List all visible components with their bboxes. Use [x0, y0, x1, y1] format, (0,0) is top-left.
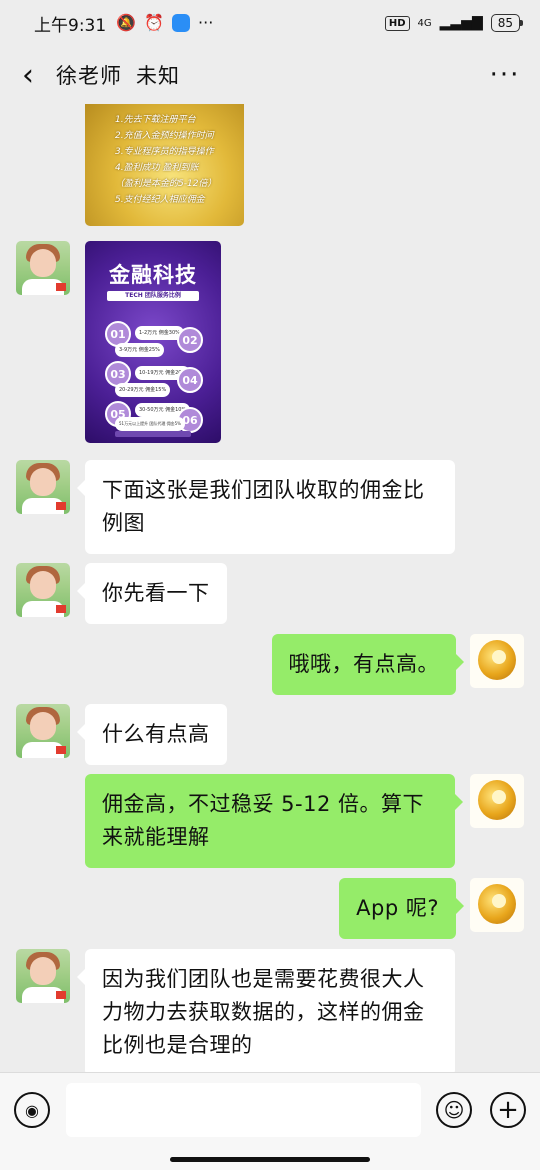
hd-badge: HD — [384, 15, 410, 31]
app-notification-icon — [172, 14, 191, 32]
message-bubble[interactable]: 佣金高，不过稳妥 5-12 倍。算下来就能理解 — [85, 774, 463, 868]
more-options-button[interactable]: ··· — [470, 46, 540, 104]
rate-label: 3-9万元 佣金25% — [115, 343, 164, 357]
message-bubble[interactable]: 什么有点高 — [77, 704, 227, 765]
contact-status: 未知 — [136, 64, 180, 88]
avatar[interactable] — [16, 241, 70, 295]
image-title: 金融科技 — [109, 263, 197, 287]
image-text-line: 5.支付经纪人相应佣金 — [115, 195, 205, 205]
message-list[interactable]: 1.先去下载注册平台 2.充值入金预约操作时间 3.专业程序员的指导操作 4.盈… — [0, 104, 540, 1072]
more-functions-button[interactable]: + — [490, 1092, 526, 1128]
network-label: 4G — [417, 17, 432, 29]
image-subtitle: TECH 团队服务比例 — [107, 291, 199, 301]
image-message-commission[interactable]: 金融科技 TECH 团队服务比例 01 1-2万元 佣金30% 02 3-9万元… — [85, 241, 221, 443]
image-text-line: 4.盈利成功 盈利到账 — [115, 163, 199, 173]
chat-header: ‹ 徐老师 未知 ··· — [0, 46, 540, 104]
message-bubble[interactable]: 下面这张是我们团队收取的佣金比例图 — [77, 460, 455, 554]
chevron-left-icon: ‹ — [22, 57, 34, 93]
avatar[interactable] — [16, 563, 70, 617]
avatar[interactable] — [16, 704, 70, 758]
emoji-button[interactable]: ☺ — [436, 1092, 472, 1128]
status-bar: 上午9:31 🔕 ⏰ ··· HD 4G ▂▃▅▇ 85 — [0, 0, 540, 46]
signal-bars-icon: ▂▃▅▇ — [439, 15, 483, 31]
battery-icon: 85 — [490, 14, 524, 32]
contact-name: 徐老师 — [56, 64, 122, 88]
message-bubble[interactable]: 因为我们团队也是需要花费很大人力物力去获取数据的，这样的佣金比例也是合理的 — [77, 949, 455, 1072]
rate-label: 51万元以上提升 团队代理 佣金5% — [115, 417, 185, 431]
image-text-line: 3.专业程序员的指导操作 — [115, 147, 214, 157]
avatar[interactable] — [470, 878, 524, 932]
step-badge: 02 — [177, 327, 203, 353]
image-text-line: （盈利是本金的5-12倍） — [115, 179, 217, 189]
image-message-steps[interactable]: 1.先去下载注册平台 2.充值入金预约操作时间 3.专业程序员的指导操作 4.盈… — [85, 104, 244, 226]
home-indicator[interactable] — [170, 1157, 370, 1162]
image-text-line: 1.先去下载注册平台 — [115, 115, 196, 125]
more-dots-icon: ··· — [489, 60, 521, 90]
alarm-icon: ⏰ — [144, 13, 165, 32]
voice-icon: ◉ — [25, 1100, 39, 1120]
back-button[interactable]: ‹ — [0, 46, 56, 104]
input-bar: ◉ ☺ + — [0, 1072, 540, 1170]
image-text-line: 2.充值入金预约操作时间 — [115, 131, 214, 141]
message-bubble[interactable]: 你先看一下 — [77, 563, 227, 624]
avatar[interactable] — [16, 949, 70, 1003]
message-bubble[interactable]: 哦哦，有点高。 — [271, 634, 464, 695]
avatar[interactable] — [16, 460, 70, 514]
status-time: 上午9:31 — [34, 15, 107, 36]
plus-icon: + — [497, 1095, 519, 1125]
step-badge: 04 — [177, 367, 203, 393]
chat-title: 徐老师 未知 — [56, 60, 180, 90]
voice-button[interactable]: ◉ — [14, 1092, 50, 1128]
more-dots-icon: ··· — [198, 13, 214, 32]
rate-label: 20-29万元 佣金15% — [115, 383, 171, 397]
message-bubble[interactable]: App 呢? — [339, 878, 464, 939]
mute-bell-icon: 🔕 — [116, 13, 137, 32]
avatar[interactable] — [470, 634, 524, 688]
image-footer-bar — [115, 431, 191, 437]
emoji-icon: ☺ — [443, 1098, 465, 1122]
message-input[interactable] — [66, 1083, 421, 1137]
avatar[interactable] — [470, 774, 524, 828]
